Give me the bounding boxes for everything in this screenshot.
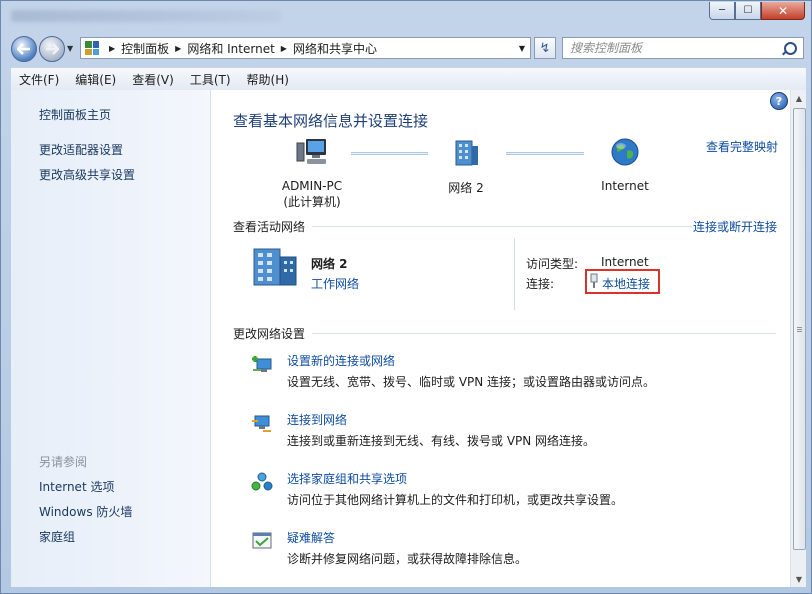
navigation-bar: ▼ ▶ 控制面板 ▶ 网络和 Internet ▶ 网络和共享中心 ▼ ↯ xyxy=(1,32,811,64)
task-connect-network-link[interactable]: 连接到网络 xyxy=(287,411,347,428)
breadcrumb-separator-icon[interactable]: ▶ xyxy=(281,44,287,53)
globe-icon xyxy=(611,138,639,166)
back-button[interactable] xyxy=(11,36,37,62)
sidebar-item-internet-options[interactable]: Internet 选项 xyxy=(39,478,114,495)
see-also-heading: 另请参阅 xyxy=(39,455,88,469)
connect-or-disconnect-link[interactable]: 连接或断开连接 xyxy=(693,218,777,235)
new-connection-icon xyxy=(252,356,272,372)
minimize-button[interactable]: ─ xyxy=(709,2,735,20)
sidebar-item-advanced-sharing[interactable]: 更改高级共享设置 xyxy=(39,166,135,183)
maximize-button[interactable]: ☐ xyxy=(735,2,761,20)
access-type-label: 访问类型: xyxy=(526,257,579,271)
menu-view[interactable]: 查看(V) xyxy=(124,71,182,88)
computer-node-subtitle: (此计算机) xyxy=(283,195,341,209)
network-node: 网络 2 xyxy=(436,137,496,196)
active-network-name: 网络 2 xyxy=(311,257,348,271)
address-bar[interactable]: ▶ 控制面板 ▶ 网络和 Internet ▶ 网络和共享中心 ▼ xyxy=(80,37,531,59)
troubleshoot-icon xyxy=(252,532,272,549)
task-homegroup-link[interactable]: 选择家庭组和共享选项 xyxy=(287,470,407,487)
breadcrumb-separator-icon[interactable]: ▶ xyxy=(109,44,115,53)
menu-bar: 文件(F) 编辑(E) 查看(V) 工具(T) 帮助(H) xyxy=(11,67,806,91)
title-bar: ─ ☐ ✕ xyxy=(1,1,811,31)
content-area: 控制面板主页 更改适配器设置 更改高级共享设置 另请参阅 Internet 选项… xyxy=(11,90,806,587)
sidebar-item-homegroup[interactable]: 家庭组 xyxy=(39,528,75,545)
sidebar-item-change-adapter-settings[interactable]: 更改适配器设置 xyxy=(39,141,123,158)
sidebar: 控制面板主页 更改适配器设置 更改高级共享设置 另请参阅 Internet 选项… xyxy=(11,90,211,587)
active-network-divider xyxy=(514,238,515,310)
internet-node: Internet xyxy=(595,137,655,193)
connection-line xyxy=(351,152,428,155)
window-controls: ─ ☐ ✕ xyxy=(709,2,805,20)
scrollbar-thumb[interactable] xyxy=(793,108,806,550)
connections-label: 连接: xyxy=(526,277,555,291)
task-homegroup-desc: 访问位于其他网络计算机上的文件和打印机，或更改共享设置。 xyxy=(287,493,624,507)
task-troubleshoot-desc: 诊断并修复网络问题，或获得故障排除信息。 xyxy=(287,552,528,566)
scroll-up-icon[interactable]: ▲ xyxy=(791,90,806,106)
internet-node-name: Internet xyxy=(601,179,649,193)
main-panel: ? 查看基本网络信息并设置连接 查看完整映射 ADMIN-PC (此计算机) 网… xyxy=(210,90,790,587)
ethernet-connection-icon xyxy=(590,273,598,288)
section-divider xyxy=(312,226,692,227)
computer-node-name: ADMIN-PC xyxy=(281,179,343,193)
computer-node: ADMIN-PC (此计算机) xyxy=(272,137,352,210)
task-new-connection-desc: 设置无线、宽带、拨号、临时或 VPN 连接；或设置路由器或访问点。 xyxy=(287,375,656,389)
local-connection-link[interactable]: 本地连接 xyxy=(602,275,650,292)
help-icon[interactable]: ? xyxy=(770,92,788,110)
sidebar-item-control-panel-home[interactable]: 控制面板主页 xyxy=(39,106,111,123)
search-box[interactable] xyxy=(562,37,804,59)
recent-pages-dropdown-icon[interactable]: ▼ xyxy=(67,44,73,53)
task-new-connection-link[interactable]: 设置新的连接或网络 xyxy=(287,352,395,369)
address-dropdown-icon[interactable]: ▼ xyxy=(519,44,525,53)
menu-file[interactable]: 文件(F) xyxy=(11,71,67,88)
active-networks-label: 查看活动网络 xyxy=(233,220,306,234)
homegroup-icon xyxy=(251,472,273,491)
breadcrumb-control-panel[interactable]: 控制面板 xyxy=(121,40,169,57)
network-building-large-icon xyxy=(253,248,297,286)
vertical-scrollbar[interactable]: ▲ ▼ xyxy=(790,90,806,587)
grip-icon xyxy=(797,327,802,333)
back-arrow-icon xyxy=(17,43,30,55)
breadcrumb-separator-icon[interactable]: ▶ xyxy=(175,44,181,53)
close-button[interactable]: ✕ xyxy=(761,2,805,20)
page-title: 查看基本网络信息并设置连接 xyxy=(233,112,429,130)
breadcrumb-network-sharing-center[interactable]: 网络和共享中心 xyxy=(293,40,377,57)
sidebar-item-windows-firewall[interactable]: Windows 防火墙 xyxy=(39,503,132,520)
menu-edit[interactable]: 编辑(E) xyxy=(67,71,124,88)
task-connect-network-desc: 连接到或重新连接到无线、有线、拨号或 VPN 网络连接。 xyxy=(287,434,596,448)
view-full-map-link[interactable]: 查看完整映射 xyxy=(706,138,778,155)
scroll-down-icon[interactable]: ▼ xyxy=(791,571,806,587)
refresh-icon: ↯ xyxy=(539,40,551,56)
breadcrumb-network-internet[interactable]: 网络和 Internet xyxy=(187,40,274,57)
connection-line xyxy=(506,152,584,155)
window: ─ ☐ ✕ ▼ ▶ 控制面板 ▶ 网络和 Internet ▶ 网络和共享中心 … xyxy=(0,0,812,594)
refresh-button[interactable]: ↯ xyxy=(534,37,556,59)
change-network-settings-label: 更改网络设置 xyxy=(233,327,306,341)
forward-arrow-icon xyxy=(46,43,59,55)
network-node-name: 网络 2 xyxy=(448,181,484,195)
forward-button[interactable] xyxy=(39,36,65,62)
search-icon[interactable] xyxy=(784,41,797,55)
blurred-window-title xyxy=(11,10,281,22)
network-building-icon xyxy=(455,140,478,166)
menu-tools[interactable]: 工具(T) xyxy=(182,71,239,88)
menu-help[interactable]: 帮助(H) xyxy=(239,71,297,88)
task-troubleshoot-link[interactable]: 疑难解答 xyxy=(287,529,335,546)
search-input[interactable] xyxy=(563,40,772,56)
access-type-value: Internet xyxy=(601,255,649,269)
network-type-link[interactable]: 工作网络 xyxy=(311,275,359,292)
section-divider xyxy=(312,333,776,334)
computer-icon xyxy=(296,139,326,164)
control-panel-icon xyxy=(85,41,99,55)
connect-network-icon xyxy=(252,415,271,432)
